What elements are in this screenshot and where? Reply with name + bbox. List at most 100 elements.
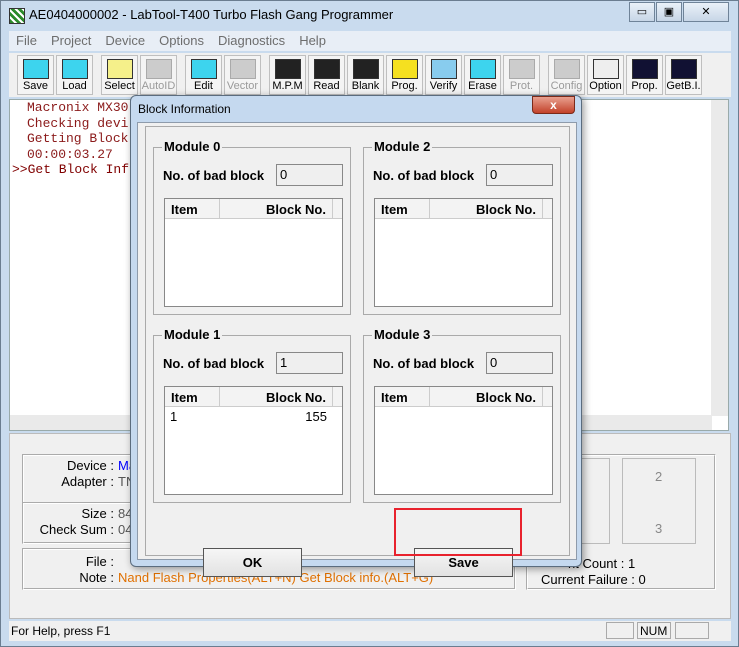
toolbar-label: Prop. [631,80,658,92]
item-cell: 1 [170,409,178,424]
file-label: File : [85,554,114,569]
toolbar-label: Verify [429,80,458,92]
option-button[interactable]: Option [587,55,624,95]
toolbar-label: Edit [194,80,213,92]
menu-file[interactable]: File [9,31,44,51]
select-button[interactable]: Select [101,55,138,95]
bad-block-label: No. of bad block [163,356,265,371]
verify-button[interactable]: Verify [425,55,462,95]
module-group: Module 1 No. of bad block 1 Item Block No… [153,327,351,503]
read-icon [313,59,340,79]
maximize-button[interactable]: ▣ [656,2,682,22]
ok-button[interactable]: OK [203,548,302,577]
size-label: Size : [81,506,114,521]
bad-block-count: 0 [276,164,343,186]
socket-2: 2 [655,469,663,484]
erase-icon [469,59,496,79]
prot-button[interactable]: Prot. [503,55,540,95]
minimize-button[interactable]: ▭ [629,2,655,22]
toolbar-label: Prog. [391,80,418,92]
prop-button[interactable]: Prop. [626,55,663,95]
module-title: Module 1 [162,327,223,342]
toolbar-label: Load [62,80,87,92]
status-pane [606,622,634,639]
close-button[interactable]: ✕ [683,2,729,22]
prog-button[interactable]: Prog. [386,55,423,95]
option-icon [592,59,619,79]
toolbar-label: Option [589,80,622,92]
socket-box: 2 3 [622,458,696,544]
help-text: For Help, press F1 [11,624,111,638]
getbi-button[interactable]: GetB.I. [665,55,702,95]
adapter-label: Adapter : [61,474,114,489]
block-header[interactable]: Block No. [220,387,333,406]
load-button[interactable]: Load [56,55,93,95]
module-title: Module 3 [372,327,433,342]
config-icon [553,59,580,79]
toolbar-label: Read [313,80,340,92]
menu-device[interactable]: Device [98,31,152,51]
bad-block-table[interactable]: Item Block No. 1 155 [164,386,343,495]
block-header[interactable]: Block No. [430,387,543,406]
edit-button[interactable]: Edit [185,55,222,95]
menu-project[interactable]: Project [44,31,98,51]
vector-button[interactable]: Vector [224,55,261,95]
module-group: Module 3 No. of bad block 0 Item Block No… [363,327,561,503]
menu-options[interactable]: Options [152,31,211,51]
menu-diagnostics[interactable]: Diagnostics [211,31,292,51]
mpm-icon [274,59,301,79]
item-header[interactable]: Item [375,387,430,406]
config-button[interactable]: Config [548,55,585,95]
toolbar-label: Prot. [509,80,534,92]
item-header[interactable]: Item [165,199,220,218]
block-cell: 155 [305,409,327,424]
table-row[interactable]: 1 155 [165,407,342,426]
vector-icon [229,59,256,79]
save-button[interactable]: Save [17,55,54,95]
menu-bar: File Project Device Options Diagnostics Help [9,31,731,51]
read-button[interactable]: Read [308,55,345,95]
blank-icon [352,59,379,79]
toolbar-label: AutoID [141,80,176,92]
bad-block-label: No. of bad block [163,168,265,183]
dialog-title: Block Information [138,102,231,116]
bad-block-label: No. of bad block [373,168,475,183]
bad-block-count: 0 [486,352,553,374]
failure-text: Current Failure : 0 [541,572,646,587]
select-icon [106,59,133,79]
get-block-info-icon [670,59,697,79]
status-pane [675,622,709,639]
autoid-button[interactable]: AutoID [140,55,177,95]
module-group: Module 2 No. of bad block 0 Item Block No… [363,139,561,315]
vertical-scrollbar[interactable] [711,100,728,416]
num-indicator: NUM [637,622,671,639]
bad-block-count: 0 [486,164,553,186]
toolbar-label: GetB.I. [666,80,701,92]
item-header[interactable]: Item [165,387,220,406]
bad-block-table[interactable]: Item Block No. [374,198,553,307]
toolbar-label: Save [22,80,49,92]
edit-icon [190,59,217,79]
save-icon [22,59,49,79]
save-highlight [394,508,522,556]
checksum-label: Check Sum : [39,522,114,537]
socket-3: 3 [655,521,663,536]
block-header[interactable]: Block No. [220,199,333,218]
item-header[interactable]: Item [375,199,430,218]
toolbar-label: Select [104,80,135,92]
bad-block-table[interactable]: Item Block No. [374,386,553,495]
menu-help[interactable]: Help [292,31,333,51]
bad-block-table[interactable]: Item Block No. [164,198,343,307]
toolbar: Save Load Select AutoID Edit Vector M.P.M Read B… [9,53,731,97]
module-group: Module 0 No. of bad block 0 Item Block No… [153,139,351,315]
window-title: AE0404000002 - LabTool-T400 Turbo Flash … [29,7,394,22]
block-information-dialog: Block Information x Module 0 No. of bad … [130,95,582,577]
verify-icon [430,59,457,79]
dialog-close-button[interactable]: x [532,96,575,114]
toolbar-label: Blank [351,80,380,92]
bad-block-label: No. of bad block [373,356,475,371]
blank-button[interactable]: Blank [347,55,384,95]
mpm-button[interactable]: M.P.M [269,55,306,95]
erase-button[interactable]: Erase [464,55,501,95]
block-header[interactable]: Block No. [430,199,543,218]
